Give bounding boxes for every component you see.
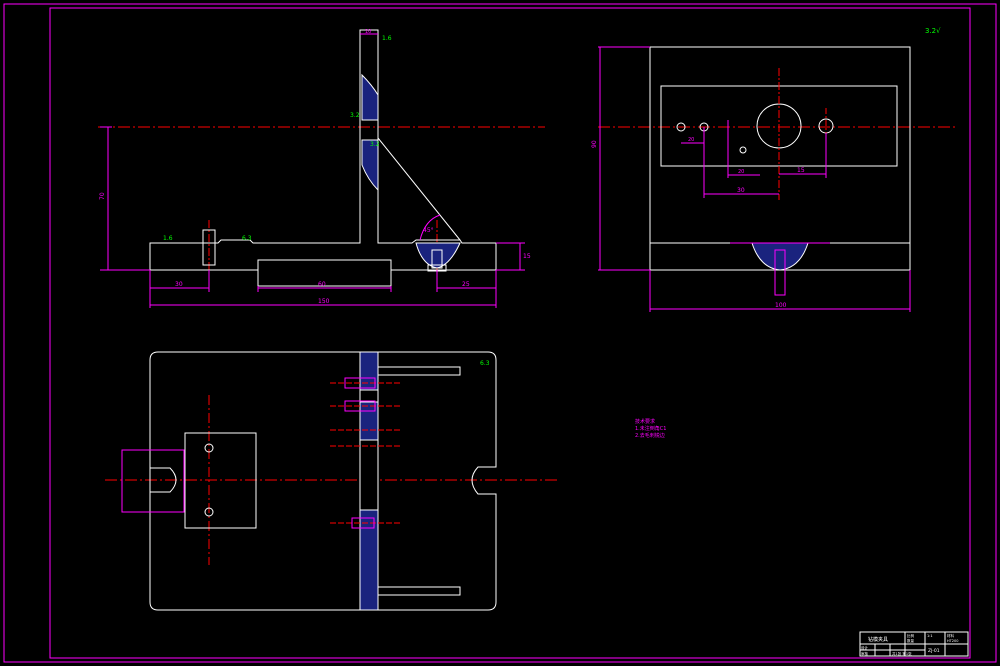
tb-qty-label: 数量 (907, 638, 915, 643)
top-slot-upper (377, 366, 461, 376)
top-roughness: 6.3 (480, 360, 490, 367)
dim-h-right-label: 25 (462, 281, 470, 288)
top-slot-lower (377, 586, 461, 596)
section-fill-right (415, 242, 461, 269)
side-view: 90 100 30 15 20 20 (591, 46, 955, 312)
dim-front-c-label: 20 (688, 137, 694, 143)
gusset-line (377, 137, 461, 241)
angle-label: 45° (423, 227, 434, 234)
note-line2: 1.未注倒角C1 (635, 425, 666, 432)
roughness-a: 1.6 (382, 35, 392, 42)
roughness-b: 3.2 (350, 112, 360, 119)
front-view: 45° 70 15 30 60 25 150 10 1.6 3.2 3.2 1.… (98, 29, 545, 308)
roughness-c: 3.2 (370, 141, 380, 148)
tb-scale: 1:1 (927, 634, 933, 638)
tb-drawing-no: ZJ-01 (928, 648, 940, 654)
dim-front-a-label: 30 (737, 187, 745, 194)
dim-v-total-label: 70 (99, 192, 106, 200)
tb-name: 钻模夹具 (868, 636, 888, 643)
corner-roughness: 3.2√ (925, 27, 941, 35)
inner-frame (49, 7, 971, 659)
dim-h-slot-label: 60 (318, 281, 326, 288)
roughness-e: 6.3 (242, 235, 252, 242)
note-line3: 2.去毛刺锐边 (635, 432, 665, 439)
dim-h-base-left-label: 30 (175, 281, 183, 288)
dim-front-b-label: 15 (797, 167, 805, 174)
tb-checker: 审核 (861, 651, 869, 656)
tb-sheet: 共1张 第1张 (892, 651, 912, 656)
dim-front-d-label: 20 (738, 169, 744, 175)
roughness-d: 1.6 (163, 235, 173, 242)
tb-scale-label: 比例 (907, 633, 915, 638)
dim-h-total-label: 150 (318, 298, 330, 305)
top-view: 6.3 (105, 351, 560, 611)
dim-side-height-label: 90 (591, 140, 598, 148)
top-u-slot-dim (121, 449, 185, 513)
side-hole-small (739, 146, 747, 154)
top-outline (149, 351, 497, 611)
tb-material: HT200 (947, 639, 958, 643)
outer-frame (3, 3, 997, 663)
note-line1: 技术要求 (635, 418, 655, 425)
front-outline (149, 29, 497, 271)
tb-material-label: 材料 (947, 633, 955, 638)
tb-designer: 设计 (861, 645, 869, 650)
dim-front-total-label: 100 (775, 302, 787, 309)
section-fill-upper (361, 73, 379, 121)
dim-top-width-label: 10 (365, 29, 371, 35)
tech-notes: 技术要求 1.未注倒角C1 2.去毛刺锐边 (635, 418, 666, 439)
cad-drawing: 45° 70 15 30 60 25 150 10 1.6 3.2 3.2 1.… (3, 3, 997, 663)
side-upright (649, 46, 911, 244)
side-section-fill (751, 242, 809, 271)
dim-v-base-label: 15 (523, 253, 531, 260)
